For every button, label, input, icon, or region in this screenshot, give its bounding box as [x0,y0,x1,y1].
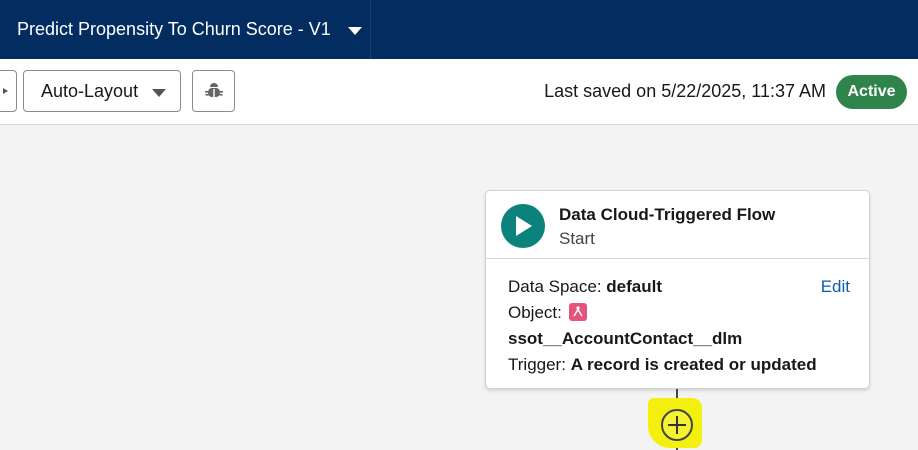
flow-builder-header: Predict Propensity To Churn Score - V1 [0,0,918,59]
chevron-down-icon [152,89,166,97]
plus-icon [668,416,686,434]
object-row: Object: [508,300,869,326]
object-label: Object: [508,303,562,322]
layout-select[interactable]: Auto-Layout [23,70,181,112]
data-space-value: default [606,277,663,296]
debug-button[interactable] [192,70,235,112]
status-badge: Active [836,75,907,109]
start-card-subtitle: Start [559,229,595,248]
add-element-button[interactable] [661,409,693,441]
data-model-object-icon [568,303,587,321]
start-card-body: Data Space: default Edit Object: ssot__A… [486,259,869,378]
play-icon [501,204,545,248]
object-value-row: ssot__AccountContact__dlm [508,326,869,352]
chevron-down-icon [347,27,362,35]
flow-canvas[interactable]: Data Cloud-Triggered Flow Start Data Spa… [0,125,918,450]
trigger-label: Trigger: [508,355,566,374]
trigger-value: A record is created or updated [570,355,817,374]
data-space-row: Data Space: default [508,274,869,300]
trigger-row: Trigger: A record is created or updated [508,352,869,378]
toolbar: Auto-Layout Last saved on 5/22/2025, 11:… [0,59,918,125]
start-card-header: Data Cloud-Triggered Flow Start [486,191,869,259]
edit-link[interactable]: Edit [821,274,850,300]
data-space-label: Data Space: [508,277,602,296]
bug-icon [204,83,223,97]
layout-select-label: Auto-Layout [41,80,139,101]
flow-title: Predict Propensity To Churn Score - V1 [17,19,331,39]
start-card-title: Data Cloud-Triggered Flow [559,205,776,224]
flow-title-menu[interactable]: Predict Propensity To Churn Score - V1 [0,0,371,59]
partial-icon [3,88,8,94]
last-saved-text: Last saved on 5/22/2025, 11:37 AM [544,81,826,101]
object-value: ssot__AccountContact__dlm [508,329,743,348]
start-element-card[interactable]: Data Cloud-Triggered Flow Start Data Spa… [485,190,870,389]
partial-toolbar-button[interactable] [0,70,17,112]
